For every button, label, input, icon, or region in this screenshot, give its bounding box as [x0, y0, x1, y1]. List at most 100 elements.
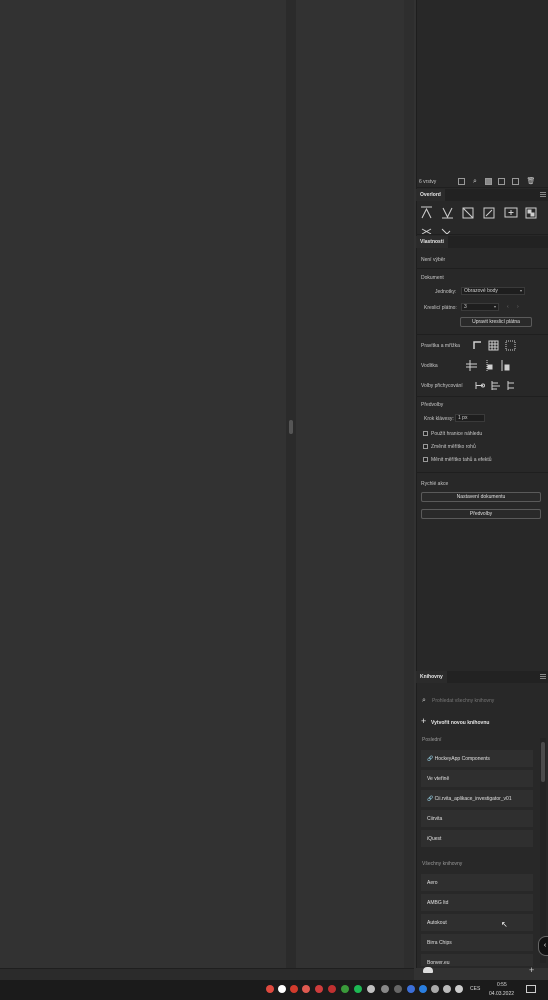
- split-handle[interactable]: [289, 420, 293, 434]
- clipping-mask-icon[interactable]: [498, 178, 505, 185]
- add-artboard-icon: [504, 207, 518, 218]
- rulers-grids-label: Pravítka a mřížka: [421, 343, 460, 349]
- artboard-value: 3: [464, 304, 467, 310]
- search-icon: ⌕: [422, 697, 426, 704]
- new-sublayer-icon[interactable]: [512, 178, 519, 185]
- align-top-icon: [421, 206, 432, 219]
- quick-actions-heading: Rychlé akce: [421, 481, 449, 487]
- app-tray-icon[interactable]: [394, 985, 402, 993]
- cloud-tray-icon[interactable]: [367, 985, 375, 993]
- link-icon: 🔗: [427, 756, 435, 762]
- list-item[interactable]: Ve vteřině: [421, 770, 533, 787]
- clock-time[interactable]: 0:55: [497, 982, 507, 988]
- spotify-icon[interactable]: [354, 985, 362, 993]
- list-item[interactable]: Autokout: [421, 914, 533, 931]
- chevron-down-icon: ▾: [493, 304, 496, 309]
- app-tray-icon[interactable]: [278, 985, 286, 993]
- list-item[interactable]: Aero: [421, 874, 533, 891]
- scale-strokes-label: Měnit měřítko tahů a efektů: [431, 457, 492, 463]
- keyboard-increment-input[interactable]: 1 px: [455, 414, 485, 422]
- artboard-label: Kreslicí plátno:: [424, 305, 457, 311]
- panel-menu-icon[interactable]: [540, 674, 546, 679]
- mouse-cursor-icon: ↖: [501, 920, 508, 929]
- layers-count: 6 vrstvy: [419, 179, 437, 185]
- app-tray-icon[interactable]: [407, 985, 415, 993]
- app-tray-icon[interactable]: [302, 985, 310, 993]
- split-divider[interactable]: [286, 0, 296, 968]
- clock-date[interactable]: 04.03.2022: [489, 991, 514, 997]
- ruler-icon: [473, 341, 481, 349]
- plus-icon[interactable]: +: [421, 716, 426, 726]
- units-value: Obrazové body: [464, 288, 498, 294]
- snap-grid-icon: [491, 381, 500, 390]
- list-item[interactable]: iQuest: [421, 830, 533, 847]
- edit-artboards-button[interactable]: Upravit kreslicí plátna: [460, 317, 532, 327]
- no-selection-text: Není výběr: [421, 257, 446, 263]
- document-setup-button[interactable]: Nastavení dokumentu: [421, 492, 541, 502]
- library-scroll-thumb[interactable]: [541, 742, 545, 782]
- preview-bounds-checkbox[interactable]: [423, 431, 428, 436]
- list-item[interactable]: Birra Chips: [421, 934, 533, 951]
- overlord-tabbar: Overlord: [416, 189, 548, 201]
- link-icon: 🔗: [427, 796, 435, 802]
- rulers-grid-icons[interactable]: [472, 340, 518, 351]
- panel-menu-icon[interactable]: [540, 192, 546, 197]
- artboard-dropdown[interactable]: 3 ▾: [461, 303, 499, 311]
- app-tray-icon[interactable]: [328, 985, 336, 993]
- overlord-toolbar: [421, 206, 537, 235]
- notifications-icon[interactable]: [526, 985, 536, 993]
- canvas-area[interactable]: [0, 0, 286, 968]
- next-artboard-icon[interactable]: ›: [517, 304, 519, 310]
- canvas-area-secondary[interactable]: [296, 0, 414, 968]
- units-dropdown[interactable]: Obrazové body ▾: [461, 287, 525, 295]
- document-heading: Dokument: [421, 275, 444, 281]
- snap-options-label: Volby přichycování: [421, 383, 463, 389]
- keyboard-increment-value: 1 px: [458, 415, 468, 421]
- app-tray-icon[interactable]: [381, 985, 389, 993]
- libraries-tabbar: Knihovny: [416, 671, 548, 683]
- tab-properties[interactable]: Vlastnosti: [416, 236, 448, 248]
- battery-icon[interactable]: [431, 985, 439, 993]
- collect-icon[interactable]: [485, 178, 492, 185]
- scale-strokes-checkbox[interactable]: [423, 457, 428, 462]
- volume-icon[interactable]: [455, 985, 463, 993]
- list-item[interactable]: 🔗 Cii.rvita_aplikace_investigator_v01: [421, 790, 533, 807]
- app-tray-icon[interactable]: [290, 985, 298, 993]
- preferences-button[interactable]: Předvolby: [421, 509, 541, 519]
- prev-artboard-icon[interactable]: ‹: [507, 304, 509, 310]
- smart-guides-icon: [486, 360, 493, 371]
- language-indicator[interactable]: CES: [470, 986, 480, 992]
- link-frame-icon: [483, 207, 495, 219]
- app-tray-icon[interactable]: [341, 985, 349, 993]
- horizontal-scrollbar[interactable]: [0, 968, 414, 980]
- taskbar: [0, 980, 548, 1000]
- align-bottom-icon: [442, 207, 453, 219]
- properties-tabbar: Vlastnosti: [416, 236, 548, 248]
- tab-libraries[interactable]: Knihovny: [416, 671, 447, 683]
- preferences-heading: Předvolby: [421, 402, 444, 408]
- keyboard-increment-label: Krok klávesy:: [424, 416, 454, 422]
- bluetooth-icon[interactable]: [419, 985, 427, 993]
- tab-overlord[interactable]: Overlord: [416, 189, 445, 201]
- create-library-button[interactable]: Vytvořit novou knihovnu: [431, 720, 489, 726]
- grid-icon: [488, 340, 499, 351]
- snap-icons[interactable]: [473, 380, 519, 391]
- vertical-scrollbar[interactable]: [404, 0, 414, 968]
- app-tray-icon[interactable]: [315, 985, 323, 993]
- library-search-input[interactable]: Prohledat všechny knihovny: [432, 698, 494, 704]
- add-icon[interactable]: +: [529, 965, 534, 975]
- list-item[interactable]: Bonver.eu: [421, 954, 533, 966]
- list-item[interactable]: 🔗 HockeyApp Components: [421, 750, 533, 767]
- list-item[interactable]: AMBG ltd: [421, 894, 533, 911]
- collapse-panel-icon[interactable]: ‹: [538, 936, 548, 956]
- network-icon[interactable]: [443, 985, 451, 993]
- scale-corners-checkbox[interactable]: [423, 444, 428, 449]
- app-tray-icon[interactable]: [266, 985, 274, 993]
- list-item[interactable]: Ciirvita: [421, 810, 533, 827]
- grid-pattern-icon: [525, 207, 537, 219]
- export-icon[interactable]: [458, 178, 465, 185]
- preview-bounds-label: Použít hranice náhledu: [431, 431, 483, 437]
- cloud-icon[interactable]: [423, 967, 433, 973]
- distribute-icon: [462, 207, 474, 219]
- guides-icons[interactable]: [466, 360, 514, 371]
